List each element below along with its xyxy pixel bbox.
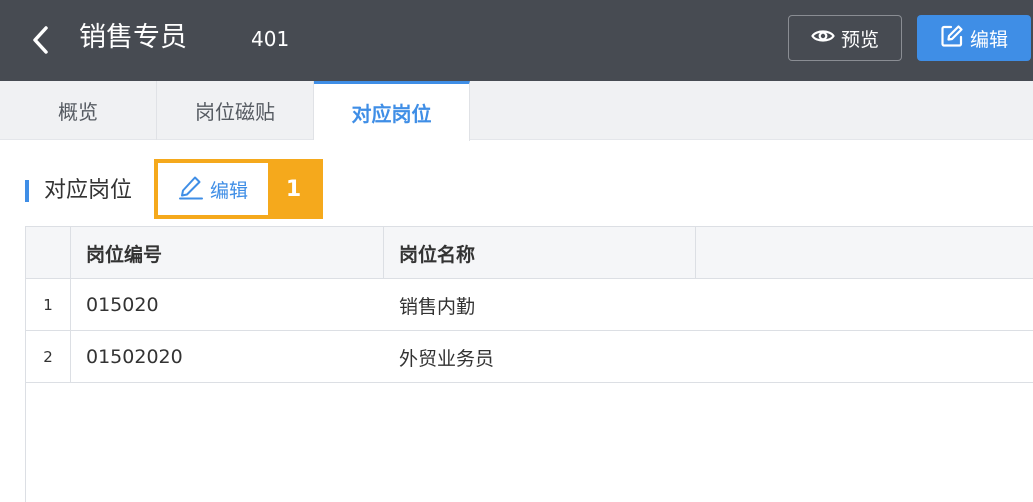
section-edit-link[interactable]: 编辑 [158, 163, 268, 215]
edit-label: 编辑 [969, 28, 1008, 51]
tab-overview[interactable]: 概览 [0, 81, 157, 140]
row-name: 销售内勤 [399, 295, 476, 318]
section-edit-label: 编辑 [209, 179, 248, 202]
position-code: 401 [251, 27, 290, 51]
column-header-code: 岗位编号 [86, 243, 163, 266]
table-row[interactable]: 1 015020 销售内勤 [26, 279, 1033, 331]
tab-bar: 概览 岗位磁贴 对应岗位 [0, 81, 1033, 141]
pencil-icon [178, 174, 204, 205]
row-index: 2 [43, 348, 53, 366]
top-header: 销售专员 401 预览 编辑 [0, 0, 1033, 81]
column-header-name: 岗位名称 [399, 243, 476, 266]
preview-label: 预览 [840, 28, 879, 51]
tab-position-tiles[interactable]: 岗位磁贴 [157, 81, 314, 140]
section-accent-bar [25, 180, 29, 202]
edit-button[interactable]: 编辑 [917, 15, 1031, 61]
table-header: 岗位编号 岗位名称 [26, 227, 1033, 279]
page-title: 销售专员 [79, 22, 187, 53]
column-divider [695, 227, 696, 279]
eye-icon [811, 27, 835, 50]
edit-icon [940, 24, 964, 53]
section-title: 对应岗位 [44, 178, 133, 203]
preview-button[interactable]: 预览 [788, 15, 902, 61]
column-divider [383, 227, 384, 279]
row-name: 外贸业务员 [399, 347, 495, 370]
back-icon[interactable] [26, 22, 56, 58]
positions-table: 岗位编号 岗位名称 1 015020 销售内勤 2 01502020 外贸业务员 [25, 226, 1033, 502]
tab-corresponding-positions[interactable]: 对应岗位 [314, 81, 470, 141]
table-row[interactable]: 2 01502020 外贸业务员 [26, 331, 1033, 383]
column-divider [70, 227, 71, 383]
callout-number: 1 [285, 176, 302, 202]
row-index: 1 [43, 296, 53, 314]
row-code: 015020 [86, 294, 159, 316]
row-code: 01502020 [86, 346, 183, 368]
